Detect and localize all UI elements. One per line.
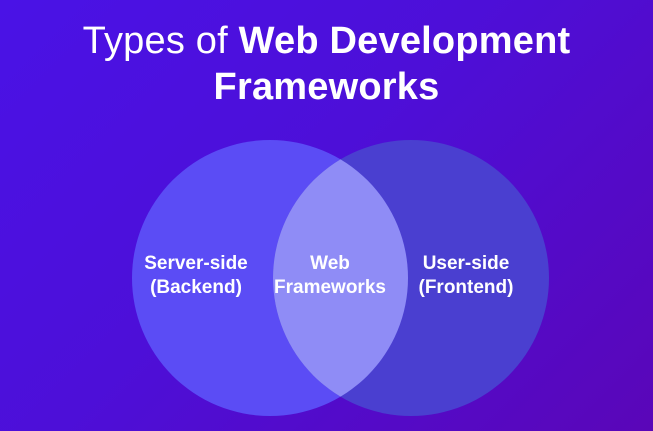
label-server-side: Server-side (Backend) xyxy=(128,252,264,300)
label-web-frameworks: Web Frameworks xyxy=(255,252,405,300)
label-web-frameworks-line2: Frameworks xyxy=(274,277,386,298)
label-user-side-line1: User-side xyxy=(422,253,510,274)
label-web-frameworks-line1: Web xyxy=(310,253,350,274)
label-server-side-line1: Server-side xyxy=(144,253,248,274)
venn-diagram xyxy=(132,140,549,416)
label-user-side-line2: (Frontend) xyxy=(418,277,514,298)
label-server-side-line2: (Backend) xyxy=(150,277,242,298)
infographic: Types of Web Development Frameworks Serv… xyxy=(0,0,653,431)
label-user-side: User-side (Frontend) xyxy=(398,252,534,300)
